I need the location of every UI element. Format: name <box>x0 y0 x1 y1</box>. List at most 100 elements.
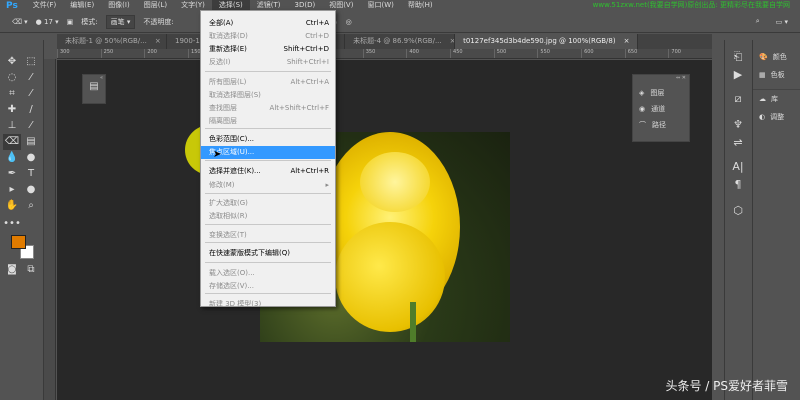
ellipse-tool-icon[interactable]: ● <box>22 182 40 198</box>
crop-tool-icon[interactable]: ⌗ <box>3 86 21 102</box>
ruler-tick: 200 <box>144 49 188 58</box>
more-tools-icon[interactable]: ••• <box>3 216 21 232</box>
brush-tool-icon[interactable]: / <box>22 102 40 118</box>
top-watermark: www.51zxw.net(我要自学网)原创出品: 更精彩尽在我要自学网 <box>592 1 790 9</box>
document-tab[interactable]: t0127ef345d3b4de590.jpg @ 100%(RGB/8) × <box>455 34 639 49</box>
brush-preset-picker[interactable]: ● 17 ▾ <box>36 18 59 26</box>
menu-item-label: 全部(A) <box>209 19 234 27</box>
quick-select-icon[interactable]: ⁄ <box>22 70 40 86</box>
menu-item[interactable]: 查找图层 Alt+Shift+Ctrl+F <box>201 102 335 115</box>
ruler-tick: 450 <box>450 49 494 58</box>
foreground-color-swatch[interactable] <box>11 235 26 249</box>
properties-icon[interactable]: ▤ <box>83 81 105 92</box>
menu-item[interactable]: 选择并遮住(K)... Alt+Ctrl+R <box>201 165 335 178</box>
menu-10[interactable]: 帮助(H) <box>401 0 440 11</box>
3d-panel-icon[interactable]: ⧄ <box>725 92 751 106</box>
actions-play-icon[interactable]: ▶ <box>725 68 751 81</box>
healing-brush-icon[interactable]: ✚ <box>3 102 21 118</box>
search-icon[interactable]: ⌕ <box>756 17 760 26</box>
menu-item-label: 变换选区(T) <box>209 231 247 239</box>
menu-item[interactable]: 载入选区(O)... <box>201 267 335 280</box>
panel-dock-icons: ⎗ ▶ ⧄ ♆ ⇌ A| ¶ ⬡ <box>724 40 750 400</box>
menu-item-shortcut: Ctrl+D <box>305 32 329 40</box>
menu-item[interactable]: 取消选择(D) Ctrl+D <box>201 30 335 43</box>
path-select-icon[interactable]: ▸ <box>3 182 21 198</box>
marquee-tool-icon[interactable]: ⬚ <box>22 54 40 70</box>
menu-item[interactable]: 隔离图层 <box>201 115 335 128</box>
mode-value: 画笔 <box>110 17 125 26</box>
close-tab-icon[interactable]: × <box>624 37 630 45</box>
blur-tool-icon[interactable]: 💧 <box>3 150 21 166</box>
menu-item[interactable]: 反选(I) Shift+Ctrl+I <box>201 56 335 69</box>
menu-3[interactable]: 图层(L) <box>137 0 174 11</box>
menu-item-shortcut: Alt+Shift+Ctrl+F <box>269 104 329 112</box>
ruler-tick: 550 <box>537 49 581 58</box>
history-brush-icon[interactable]: ⁄ <box>22 118 40 134</box>
menu-item-label: 所有图层(L) <box>209 78 247 86</box>
panel-libraries[interactable]: ☁ 库 <box>753 90 800 108</box>
menu-2[interactable]: 图像(I) <box>101 0 137 11</box>
pen-tool-icon[interactable]: ✒ <box>3 166 21 182</box>
pressure-icon[interactable]: ◎ <box>346 18 352 26</box>
photoshop-logo: Ps <box>6 0 18 11</box>
ruler-tick: 250 <box>100 49 145 58</box>
panel-close-icon[interactable]: ⇔ ✕ <box>633 75 689 85</box>
hand-tool-icon[interactable]: ✋ <box>3 198 21 214</box>
zoom-tool-icon[interactable]: ⌕ <box>22 198 40 214</box>
menu-item[interactable]: 变换选区(T) <box>201 229 335 242</box>
lasso-tool-icon[interactable]: ◌ <box>3 70 21 86</box>
menu-item[interactable]: 扩大选取(G) <box>201 197 335 210</box>
adjust-sliders-icon[interactable]: ⇌ <box>725 136 751 149</box>
document-tab[interactable]: 未标题-4 @ 86.9%(RGB/... × <box>345 34 456 49</box>
menu-item-label: 重新选择(E) <box>209 45 247 53</box>
label: 色板 <box>770 71 785 79</box>
screen-mode-icon[interactable]: ⧉ <box>22 262 40 278</box>
character-icon[interactable]: A| <box>725 160 751 173</box>
menu-0[interactable]: 文件(F) <box>26 0 64 11</box>
menu-item[interactable]: 在快速蒙版模式下编辑(Q) <box>201 247 335 260</box>
menu-item[interactable]: 所有图层(L) Alt+Ctrl+A <box>201 76 335 89</box>
eyedropper-icon[interactable]: ⁄ <box>22 86 40 102</box>
menu-item-shortcut: Shift+Ctrl+I <box>286 58 329 66</box>
gradient-tool-icon[interactable]: ▤ <box>22 134 40 150</box>
move-tool-icon[interactable]: ✥ <box>3 54 21 70</box>
workspace-icon[interactable]: ▭ ▾ <box>776 18 788 26</box>
menu-item-shortcut: Alt+Ctrl+R <box>290 167 329 175</box>
menu-item[interactable]: 存储选区(V)... <box>201 280 335 293</box>
panel-item-layers[interactable]: ◈ 图层 <box>633 85 689 101</box>
eraser-tool-icon[interactable]: ⌫ <box>3 134 21 150</box>
menu-item[interactable]: 新建 3D 模型(3) <box>201 298 335 311</box>
brush-panel-icon[interactable]: ▣ <box>67 18 74 26</box>
history-icon[interactable]: ⎗ <box>725 50 751 64</box>
panel-adjustments[interactable]: ◐ 调整 <box>753 108 800 126</box>
opacity-label: 不透明度: <box>143 17 174 26</box>
menu-item[interactable]: 色彩范围(C)... <box>201 133 335 146</box>
quick-mask-icon[interactable]: ◙ <box>3 262 21 278</box>
menu-1[interactable]: 编辑(E) <box>63 0 101 11</box>
menu-item-label: 扩大选取(G) <box>209 199 248 207</box>
menu-item[interactable]: 全部(A) Ctrl+A <box>201 17 335 30</box>
paragraph-icon[interactable]: ¶ <box>725 178 751 191</box>
ruler-tick: 650 <box>624 49 669 58</box>
mode-select[interactable]: 画笔 ▾ <box>105 14 136 29</box>
brush-settings-icon[interactable]: ♆ <box>725 118 751 131</box>
3d-cube-icon[interactable]: ⬡ <box>725 204 751 217</box>
menu-9[interactable]: 窗口(W) <box>360 0 400 11</box>
close-tab-icon[interactable]: × <box>155 37 161 45</box>
menu-item[interactable]: 修改(M) ▸ <box>201 179 335 192</box>
panel-swatches[interactable]: ▦ 色板 <box>753 66 800 84</box>
dodge-tool-icon[interactable]: ● <box>22 150 40 166</box>
menu-item[interactable]: 选取相似(R) <box>201 210 335 223</box>
type-tool-icon[interactable]: T <box>22 166 40 182</box>
label: 颜色 <box>772 53 787 61</box>
menu-separator <box>205 224 331 225</box>
eraser-tool-icon[interactable]: ⌫ ▾ <box>12 18 28 26</box>
ruler-tick: 700 <box>668 49 712 58</box>
document-tab[interactable]: 未标题-1 @ 50%(RGB/... × <box>57 34 167 49</box>
panel-item-channels[interactable]: ◉ 通道 <box>633 101 689 117</box>
panel-color[interactable]: 🎨 颜色 <box>753 48 800 66</box>
panel-item-paths[interactable]: ⌒ 路径 <box>633 117 689 133</box>
menu-item[interactable]: 重新选择(E) Shift+Ctrl+D <box>201 43 335 56</box>
stamp-tool-icon[interactable]: ⊥ <box>3 118 21 134</box>
menu-item[interactable]: 取消选择图层(S) <box>201 89 335 102</box>
